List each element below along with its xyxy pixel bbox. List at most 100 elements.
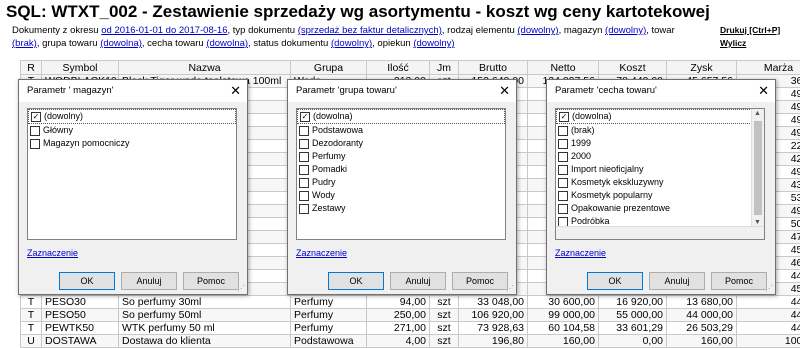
scroll-thumb[interactable] — [754, 121, 762, 215]
options-list[interactable]: ✓(dowolna)PodstawowaDezodorantyPerfumyPo… — [296, 108, 506, 240]
vertical-scrollbar[interactable]: ▲ ▼ — [751, 109, 764, 239]
resize-grip-icon[interactable]: ⋰ — [506, 284, 515, 293]
checkbox[interactable] — [299, 178, 309, 188]
column-header-profit[interactable]: Zysk — [667, 61, 737, 75]
selection-link[interactable]: Zaznaczenie — [555, 248, 606, 258]
resize-grip-icon[interactable]: ⋰ — [237, 284, 246, 293]
list-item[interactable]: Główny — [28, 124, 236, 137]
ok-button[interactable]: OK — [587, 272, 643, 290]
param-link-doc-status[interactable]: (dowolny) — [331, 38, 372, 49]
checkbox[interactable] — [30, 126, 40, 136]
checkbox[interactable] — [558, 126, 568, 136]
help-button[interactable]: Pomoc — [183, 272, 239, 290]
ok-button[interactable]: OK — [328, 272, 384, 290]
column-header-gross[interactable]: Brutto — [459, 61, 528, 75]
list-item-label: (dowolna) — [572, 110, 612, 123]
checkbox[interactable] — [299, 152, 309, 162]
help-button[interactable]: Pomoc — [452, 272, 508, 290]
column-header-symbol[interactable]: Symbol — [42, 61, 119, 75]
checkbox[interactable] — [558, 217, 568, 227]
checkbox[interactable] — [299, 139, 309, 149]
close-icon[interactable]: ✕ — [758, 80, 769, 102]
column-header-unit[interactable]: Jm — [430, 61, 459, 75]
checkbox[interactable] — [299, 165, 309, 175]
horizontal-scrollbar[interactable] — [556, 226, 764, 239]
list-item-label: Perfumy — [312, 150, 346, 163]
column-header-name[interactable]: Nazwa — [119, 61, 291, 75]
column-header-margin[interactable]: Marża — [737, 61, 800, 75]
column-header-net[interactable]: Netto — [528, 61, 599, 75]
list-item[interactable]: Opakowanie prezentowe — [556, 202, 764, 215]
checkbox[interactable] — [558, 165, 568, 175]
list-item[interactable]: 1999 — [556, 137, 764, 150]
options-list[interactable]: ✓(dowolna)(brak)19992000Import nieoficja… — [555, 108, 765, 240]
checkbox[interactable] — [299, 204, 309, 214]
selection-link[interactable]: Zaznaczenie — [296, 248, 347, 258]
dialog-title-bar[interactable]: Parametr 'cecha towaru' ✕ — [547, 80, 775, 102]
param-link-product-feature[interactable]: (dowolna) — [206, 38, 248, 49]
help-button[interactable]: Pomoc — [711, 272, 767, 290]
list-item[interactable]: Import nieoficjalny — [556, 163, 764, 176]
list-item[interactable]: Dezodoranty — [297, 137, 505, 150]
checkbox[interactable] — [558, 139, 568, 149]
table-row[interactable]: TPESO50So perfumy 50mlPerfumy250,00szt10… — [21, 309, 800, 322]
column-header-group[interactable]: Grupa — [291, 61, 367, 75]
dialog-title-bar[interactable]: Parametr ' magazyn' ✕ — [19, 80, 247, 102]
param-text: , rodzaj elementu — [442, 25, 518, 36]
checkbox[interactable] — [299, 126, 309, 136]
options-list[interactable]: ✓(dowolny)GłównyMagazyn pomocniczy — [27, 108, 237, 240]
checkbox[interactable] — [558, 152, 568, 162]
column-header-cost[interactable]: Koszt — [599, 61, 667, 75]
scroll-up-icon[interactable]: ▲ — [754, 110, 761, 117]
cell-qty: 4,00 — [367, 335, 430, 348]
cell-type: U — [21, 335, 42, 348]
table-row[interactable]: TPEWTK50WTK perfumy 50 mlPerfumy271,00sz… — [21, 322, 800, 335]
list-item[interactable]: Podstawowa — [297, 124, 505, 137]
cancel-button[interactable]: Anuluj — [121, 272, 177, 290]
cell-gross: 106 920,00 — [459, 309, 528, 322]
checkbox[interactable] — [558, 204, 568, 214]
selection-link[interactable]: Zaznaczenie — [27, 248, 78, 258]
list-item[interactable]: Perfumy — [297, 150, 505, 163]
param-link-element-type[interactable]: (dowolny) — [517, 25, 558, 36]
table-row[interactable]: TPESO30So perfumy 30mlPerfumy94,00szt33 … — [21, 296, 800, 309]
column-header-type[interactable]: R — [21, 61, 42, 75]
list-item[interactable]: 2000 — [556, 150, 764, 163]
list-item[interactable]: Pomadki — [297, 163, 505, 176]
checkbox-checked[interactable]: ✓ — [31, 112, 41, 122]
checkbox-checked[interactable]: ✓ — [300, 112, 310, 122]
resize-grip-icon[interactable]: ⋰ — [765, 284, 774, 293]
checkbox[interactable] — [30, 139, 40, 149]
list-item[interactable]: Magazyn pomocniczy — [28, 137, 236, 150]
list-item[interactable]: ✓(dowolna) — [556, 109, 764, 124]
close-icon[interactable]: ✕ — [499, 80, 510, 102]
list-item[interactable]: ✓(dowolna) — [297, 109, 505, 124]
list-item[interactable]: Wody — [297, 189, 505, 202]
close-icon[interactable]: ✕ — [230, 80, 241, 102]
list-item[interactable]: Zestawy — [297, 202, 505, 215]
list-item[interactable]: Kosmetyk popularny — [556, 189, 764, 202]
param-link-product[interactable]: (brak) — [12, 38, 37, 49]
checkbox[interactable] — [299, 191, 309, 201]
param-link-product-group[interactable]: (dowolna) — [100, 38, 142, 49]
dialog-title-bar[interactable]: Parametr 'grupa towaru' ✕ — [288, 80, 516, 102]
cancel-button[interactable]: Anuluj — [649, 272, 705, 290]
list-item[interactable]: (brak) — [556, 124, 764, 137]
list-item[interactable]: Kosmetyk ekskluzywny — [556, 176, 764, 189]
param-link-doc-type[interactable]: (sprzedaż bez faktur detalicznych) — [298, 25, 442, 36]
cancel-button[interactable]: Anuluj — [390, 272, 446, 290]
param-link-period[interactable]: od 2016-01-01 do 2017-08-16 — [101, 25, 227, 36]
scroll-down-icon[interactable]: ▼ — [754, 219, 761, 226]
list-item[interactable]: ✓(dowolny) — [28, 109, 236, 124]
ok-button[interactable]: OK — [59, 272, 115, 290]
list-item[interactable]: Pudry — [297, 176, 505, 189]
column-header-qty[interactable]: Ilość — [367, 61, 430, 75]
param-link-warehouse[interactable]: (dowolny) — [605, 25, 646, 36]
checkbox-checked[interactable]: ✓ — [559, 112, 569, 122]
print-link[interactable]: Drukuj [Ctrl+P] — [720, 24, 780, 37]
param-link-keeper[interactable]: (dowolny) — [413, 38, 454, 49]
checkbox[interactable] — [558, 191, 568, 201]
table-row[interactable]: UDOSTAWADostawa do klientaPodstawowa4,00… — [21, 335, 800, 348]
calculate-link[interactable]: Wylicz — [720, 37, 780, 50]
checkbox[interactable] — [558, 178, 568, 188]
